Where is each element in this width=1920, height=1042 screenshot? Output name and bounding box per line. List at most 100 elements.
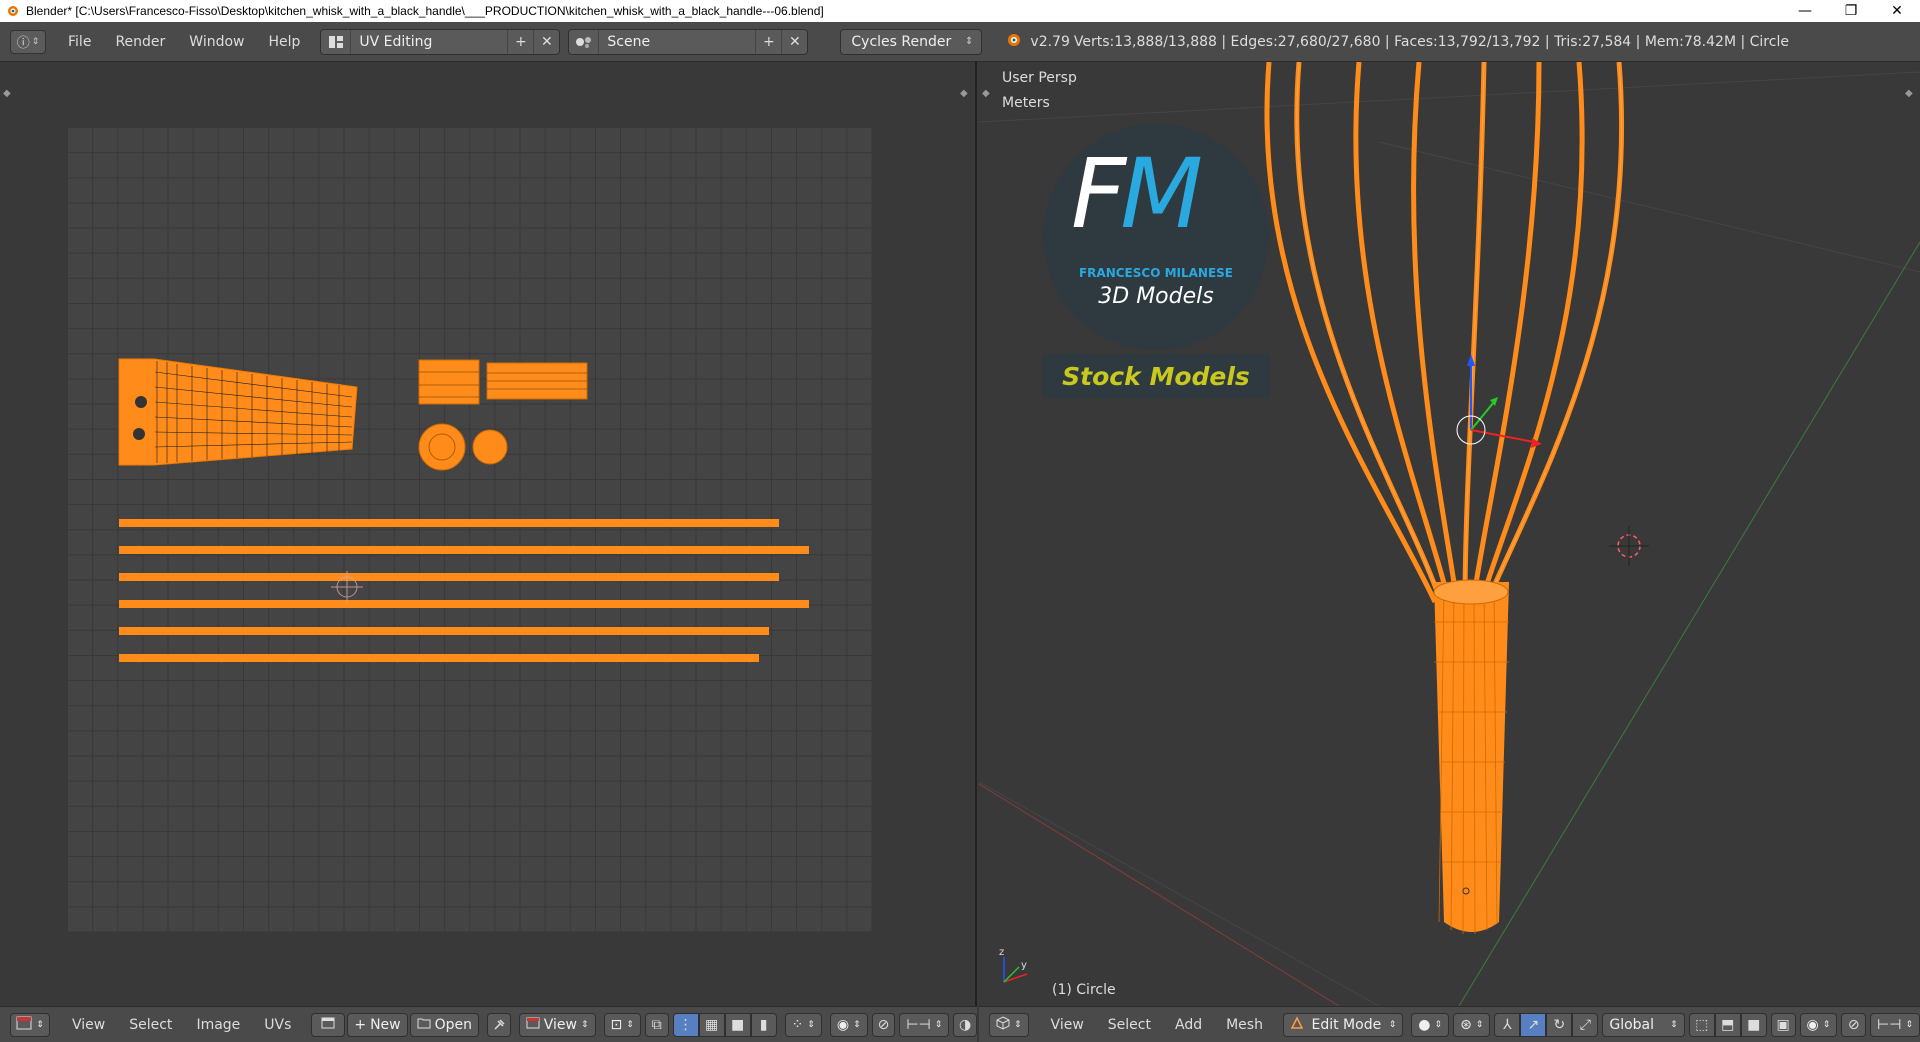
menu-help[interactable]: Help — [256, 30, 312, 54]
logo-tagline: 3D Models — [1098, 284, 1214, 309]
chevron-updown-icon: ⇕ — [1905, 1019, 1914, 1030]
blender-logo-icon — [1004, 32, 1022, 52]
uv-menu-view[interactable]: View — [60, 1013, 117, 1037]
chevron-updown-icon: ⇕ — [1388, 1019, 1397, 1030]
pivot-point-selector[interactable]: ⊛ ⇕ — [1453, 1012, 1491, 1037]
version-label: v2.79 — [1030, 33, 1070, 50]
chevron-updown-icon: ⇕ — [1434, 1019, 1443, 1030]
menu-render[interactable]: Render — [103, 30, 177, 54]
open-image-button[interactable]: Open — [409, 1012, 480, 1037]
screen-layout-name[interactable]: UV Editing — [351, 34, 507, 50]
viewport-shading-selector[interactable]: ● ⇕ — [1411, 1012, 1450, 1037]
edit-mode-icon — [1290, 1015, 1304, 1034]
occlude-geometry-icon[interactable]: ▣ — [1770, 1012, 1796, 1037]
maximize-button[interactable]: ❐ — [1828, 0, 1874, 22]
sticky-icon: ⁘ — [791, 1016, 804, 1033]
uv-image-editor[interactable]: ◆ ◆ — [0, 62, 977, 1006]
transform-orientation-selector[interactable]: Global ⇕ — [1602, 1012, 1685, 1037]
scale-manipulator-icon[interactable]: ⤢ — [1572, 1012, 1599, 1037]
edge-select-icon[interactable]: ▦ — [698, 1012, 725, 1037]
render-engine-selector[interactable]: Cycles Render ⇕ — [840, 28, 983, 55]
proportional-edit-selector[interactable]: ◉ ⇕ — [1799, 1012, 1838, 1037]
editor-type-selector[interactable]: ⇕ — [10, 1012, 50, 1037]
snap-toggle-icon[interactable]: ⊘ — [871, 1012, 896, 1037]
face-select-mode-icon[interactable]: ■ — [1740, 1012, 1767, 1037]
manipulator-toggle-icon[interactable]: ⅄ — [1494, 1012, 1521, 1037]
plus-icon: + — [354, 1016, 367, 1033]
scene-selector[interactable]: Scene + ✕ — [568, 28, 809, 55]
sticky-mode-selector[interactable]: ⁘ ⇕ — [784, 1012, 822, 1037]
menu-file[interactable]: File — [56, 30, 103, 54]
island-select-icon[interactable]: ▮ — [750, 1012, 777, 1037]
pivot-selector[interactable]: ⊡ ⇕ — [603, 1012, 641, 1037]
viewport-header: ⇕ View Select Add Mesh Edit Mode ⇕ ● ⇕ ⊛… — [979, 1006, 1920, 1042]
logo-brand: FRANCESCO MILANESE — [1078, 266, 1234, 280]
mode-label: Edit Mode — [1311, 1016, 1382, 1033]
layout-icon — [321, 29, 352, 54]
uv-editor-header: ⇕ View Select Image UVs + New Open View … — [0, 1006, 978, 1042]
delete-scene-icon[interactable]: ✕ — [781, 29, 807, 54]
close-button[interactable]: ✕ — [1874, 0, 1920, 22]
region-toggle-icon[interactable]: ◆ — [1905, 88, 1917, 100]
new-label: New — [370, 1016, 401, 1033]
watermark-logo: FM FRANCESCO MILANESE 3D Models — [1043, 124, 1269, 350]
orientation-label: Global — [1609, 1016, 1655, 1033]
proportional-icon: ◉ — [1806, 1016, 1819, 1033]
snap-element-selector[interactable]: ⊢⊣ ⇕ — [899, 1012, 950, 1037]
uv-islands — [118, 358, 809, 662]
info-header: ⓘ ⇕ File Render Window Help UV Editing +… — [0, 22, 1920, 62]
snap-toggle-icon[interactable]: ⊘ — [1841, 1012, 1867, 1037]
viewport-menu-add[interactable]: Add — [1163, 1013, 1214, 1037]
texture-channel-icon[interactable]: ◑ — [953, 1012, 978, 1037]
add-scene-icon[interactable]: + — [755, 29, 781, 54]
chevron-updown-icon: ⇕ — [1475, 1019, 1484, 1030]
viewport-menu-view[interactable]: View — [1039, 1013, 1096, 1037]
uv-menu-select[interactable]: Select — [117, 1013, 184, 1037]
editor-type-selector[interactable]: ⓘ ⇕ — [10, 29, 46, 54]
scene-stats: Verts:13,888/13,888 | Edges:27,680/27,68… — [1073, 33, 1789, 50]
face-select-icon[interactable]: ■ — [724, 1012, 751, 1037]
chevron-updown-icon: ⇕ — [31, 36, 40, 47]
view-name-label: User Persp — [1002, 70, 1077, 86]
pin-icon[interactable] — [487, 1012, 511, 1037]
edge-select-mode-icon[interactable]: ⬒ — [1714, 1012, 1741, 1037]
uv-menu-image[interactable]: Image — [184, 1013, 252, 1037]
image-browse-button[interactable] — [311, 1012, 346, 1037]
translate-manipulator-icon[interactable]: ↗ — [1520, 1012, 1547, 1037]
scene-icon — [569, 29, 600, 54]
chevron-updown-icon: ⇕ — [965, 36, 974, 47]
logo-initial-f: F — [1071, 138, 1126, 250]
region-toggle-icon[interactable]: ◆ — [982, 88, 994, 100]
chevron-updown-icon: ⇕ — [934, 1019, 943, 1030]
interaction-mode-selector[interactable]: Edit Mode ⇕ — [1282, 1012, 1404, 1037]
proportional-edit-selector[interactable]: ◉ ⇕ — [829, 1012, 868, 1037]
screen-layout-selector[interactable]: UV Editing + ✕ — [320, 28, 561, 55]
region-toggle-icon[interactable]: ◆ — [960, 88, 972, 100]
uv-menu-uvs[interactable]: UVs — [252, 1013, 303, 1037]
region-toggle-icon[interactable]: ◆ — [3, 88, 15, 100]
rotate-manipulator-icon[interactable]: ↻ — [1546, 1012, 1573, 1037]
new-image-button[interactable]: + New — [347, 1012, 408, 1037]
add-screen-icon[interactable]: + — [507, 29, 533, 54]
window-title: Blender* [C:\Users\Francesco-Fisso\Deskt… — [26, 4, 824, 18]
viewport-menu-mesh[interactable]: Mesh — [1214, 1013, 1275, 1037]
minimize-button[interactable]: — — [1782, 0, 1828, 22]
viewport-menu-select[interactable]: Select — [1096, 1013, 1163, 1037]
render-engine-name: Cycles Render — [851, 33, 952, 50]
delete-screen-icon[interactable]: ✕ — [533, 29, 559, 54]
logo-initial-m: M — [1120, 138, 1203, 250]
info-icon: ⓘ — [16, 36, 30, 51]
scene-name[interactable]: Scene — [599, 34, 755, 50]
uv-grid-canvas[interactable] — [67, 127, 872, 932]
editor-type-selector[interactable]: ⇕ — [989, 1012, 1029, 1037]
sync-selection-icon[interactable]: ⧉ — [644, 1012, 669, 1037]
vertex-select-mode-icon[interactable]: ⬚ — [1688, 1012, 1715, 1037]
snap-element-selector[interactable]: ⊢⊣ ⇕ — [1870, 1012, 1920, 1037]
vertex-select-icon[interactable]: ⋮ — [672, 1012, 699, 1037]
image-editor-icon — [16, 1016, 32, 1034]
view-mode-selector[interactable]: View ⇕ — [518, 1012, 596, 1037]
solid-shading-icon: ● — [1418, 1016, 1431, 1033]
menu-window[interactable]: Window — [177, 30, 256, 54]
3d-viewport[interactable]: z y ◆ ◆ User Persp Meters (1) Circle FM … — [979, 62, 1920, 1006]
view-mode-label: View — [543, 1016, 577, 1033]
